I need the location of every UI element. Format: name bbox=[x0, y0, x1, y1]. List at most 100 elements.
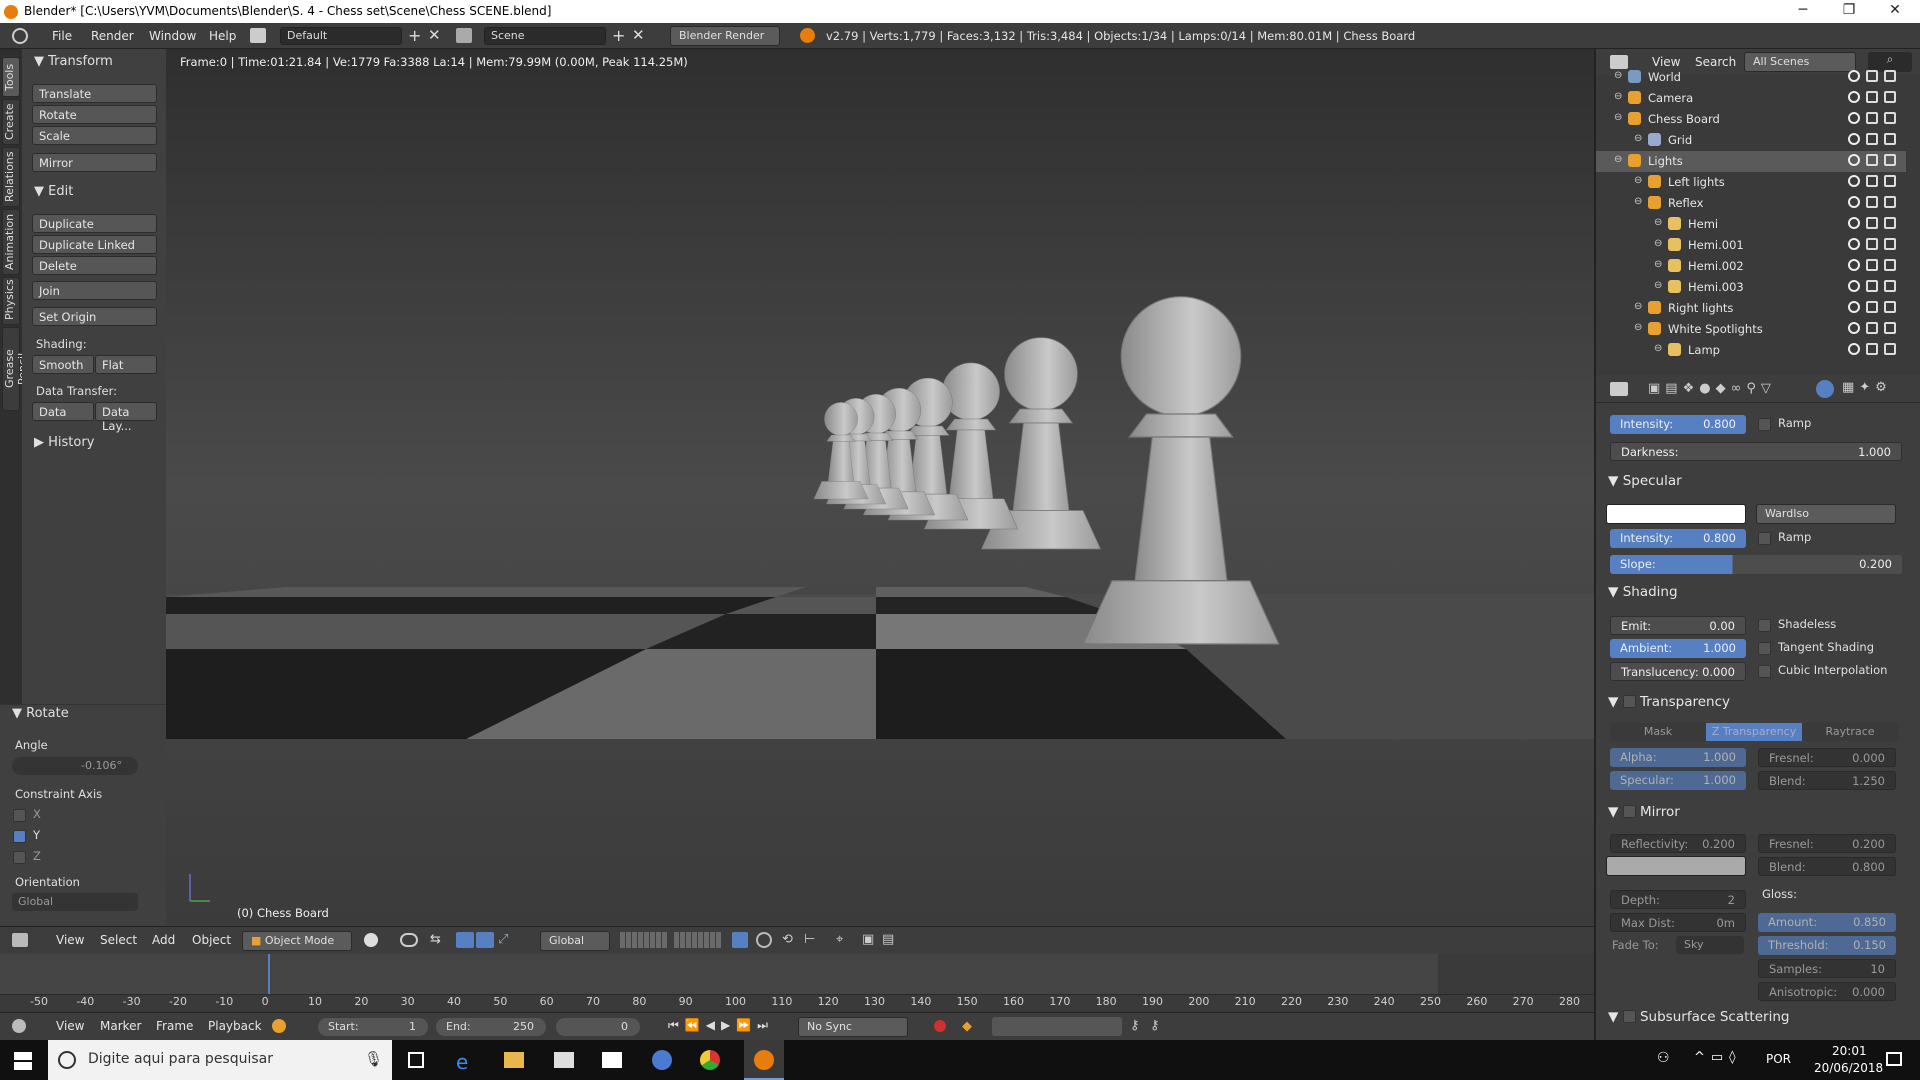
outliner-row[interactable]: ⊖ Grid bbox=[1596, 130, 1906, 151]
close-icon[interactable]: ✕ bbox=[1875, 2, 1915, 18]
outliner-row[interactable]: ⊖ Hemi.003 bbox=[1596, 277, 1906, 298]
keyframe-icon[interactable]: ◆ bbox=[962, 1019, 972, 1034]
slope-field[interactable]: Slope: 0.200 bbox=[1610, 555, 1902, 574]
alpha-field[interactable]: Alpha: 1.000 bbox=[1610, 748, 1746, 767]
axis-z-checkbox[interactable] bbox=[13, 851, 26, 864]
expand-toggle-icon[interactable]: ⊖ bbox=[1654, 343, 1667, 356]
menu-select[interactable]: Select bbox=[100, 933, 137, 947]
menu-help[interactable]: Help bbox=[209, 29, 236, 43]
outliner-row[interactable]: ⊖ Hemi bbox=[1596, 214, 1906, 235]
current-frame-marker[interactable] bbox=[268, 954, 270, 994]
expand-toggle-icon[interactable]: ⊖ bbox=[1614, 112, 1627, 125]
outliner-row[interactable]: ⊖ Left lights bbox=[1596, 172, 1906, 193]
join-button[interactable]: Join bbox=[32, 281, 157, 300]
render-icon[interactable] bbox=[1884, 91, 1896, 103]
microphone-icon[interactable]: 🎙 bbox=[364, 1050, 383, 1068]
eye-icon[interactable] bbox=[1848, 280, 1860, 292]
keying-set-field[interactable] bbox=[992, 1017, 1122, 1036]
transform-orientation-dropdown[interactable]: Global bbox=[540, 931, 610, 951]
remove-layout-icon[interactable]: ✕ bbox=[428, 26, 441, 44]
add-scene-icon[interactable]: + bbox=[612, 26, 625, 45]
cursor-icon[interactable] bbox=[1866, 133, 1878, 145]
eye-icon[interactable] bbox=[1848, 196, 1860, 208]
reflectivity-field[interactable]: Reflectivity: 0.200 bbox=[1610, 834, 1746, 853]
cursor-icon[interactable] bbox=[1866, 70, 1878, 82]
history-panel-header[interactable]: ▶ History bbox=[34, 435, 94, 450]
properties-editor-icon[interactable] bbox=[1610, 382, 1628, 396]
timeline-menu-marker[interactable]: Marker bbox=[100, 1019, 141, 1033]
expand-toggle-icon[interactable]: ⊖ bbox=[1634, 175, 1647, 188]
expand-toggle-icon[interactable]: ⊖ bbox=[1614, 154, 1627, 167]
specular-ramp-checkbox[interactable] bbox=[1758, 532, 1771, 545]
snap-target-icon[interactable]: ⌖ bbox=[836, 932, 843, 947]
render-icon[interactable] bbox=[1884, 154, 1896, 166]
scale-manipulator-icon[interactable]: ⤢ bbox=[498, 932, 516, 948]
rotate-operator-header[interactable]: ▼ Rotate bbox=[12, 706, 69, 721]
expand-toggle-icon[interactable]: ⊖ bbox=[1634, 133, 1647, 146]
outliner-row[interactable]: ⊖ Right lights bbox=[1596, 298, 1906, 319]
opengl-render-icon[interactable]: ▣ bbox=[862, 932, 874, 947]
specular-shader-dropdown[interactable]: WardIso bbox=[1756, 504, 1896, 524]
cursor-icon[interactable] bbox=[1866, 280, 1878, 292]
specular-section-header[interactable]: ▼ Specular bbox=[1608, 473, 1682, 489]
mask-button[interactable]: Mask bbox=[1610, 723, 1706, 741]
render-icon[interactable] bbox=[1884, 322, 1896, 334]
menu-object[interactable]: Object bbox=[192, 933, 231, 947]
render-icon[interactable] bbox=[1884, 196, 1896, 208]
translate-manipulator-icon[interactable] bbox=[456, 932, 474, 948]
translucency-field[interactable]: Translucency: 0.000 bbox=[1610, 662, 1746, 681]
taskbar-search-box[interactable]: Digite aqui para pesquisar 🎙 bbox=[48, 1040, 392, 1080]
eye-icon[interactable] bbox=[1848, 322, 1860, 334]
properties-tab-icons[interactable]: ▣▤❖●◆∞⚲▽ bbox=[1648, 381, 1776, 396]
add-layout-icon[interactable]: + bbox=[408, 26, 421, 45]
transform-panel-header[interactable]: ▼ Transform bbox=[34, 54, 113, 69]
tab-physics[interactable]: Physics bbox=[2, 277, 20, 325]
material-tab-icon[interactable] bbox=[1816, 380, 1834, 398]
eye-icon[interactable] bbox=[1848, 70, 1860, 82]
gloss-threshold-field[interactable]: Threshold: 0.150 bbox=[1758, 936, 1896, 955]
render-icon[interactable] bbox=[1884, 343, 1896, 355]
render-icon[interactable] bbox=[1884, 217, 1896, 229]
menu-file[interactable]: File bbox=[52, 29, 72, 43]
menu-add[interactable]: Add bbox=[152, 933, 175, 947]
qbittorrent-icon[interactable] bbox=[652, 1050, 672, 1070]
cursor-icon[interactable] bbox=[1866, 322, 1878, 334]
timeline-editor-icon[interactable] bbox=[12, 1019, 26, 1033]
emit-field[interactable]: Emit: 0.00 bbox=[1610, 616, 1746, 635]
eye-icon[interactable] bbox=[1848, 133, 1860, 145]
cursor-icon[interactable] bbox=[1866, 343, 1878, 355]
tab-relations[interactable]: Relations bbox=[2, 147, 20, 207]
maximize-icon[interactable]: ❐ bbox=[1829, 2, 1869, 18]
cursor-icon[interactable] bbox=[1866, 154, 1878, 166]
cursor-icon[interactable] bbox=[1866, 217, 1878, 229]
eye-icon[interactable] bbox=[1848, 217, 1860, 229]
system-tray-icons[interactable]: ^▭◊ bbox=[1694, 1050, 1742, 1065]
current-frame-field[interactable]: 0 bbox=[556, 1018, 640, 1036]
depth-field[interactable]: Depth: 2 bbox=[1610, 890, 1746, 909]
notifications-icon[interactable] bbox=[1886, 1052, 1902, 1066]
expand-toggle-icon[interactable]: ⊖ bbox=[1654, 280, 1667, 293]
editor-type-icon[interactable] bbox=[12, 933, 28, 947]
layer-buttons-a[interactable] bbox=[620, 932, 668, 948]
translate-button[interactable]: Translate bbox=[32, 84, 157, 103]
clock-date[interactable]: 20/06/2018 bbox=[1814, 1061, 1883, 1075]
outliner-row[interactable]: ⊖ Chess Board bbox=[1596, 109, 1906, 130]
preview-range-icon[interactable] bbox=[272, 1019, 286, 1033]
axis-y-checkbox[interactable] bbox=[13, 830, 26, 843]
eye-icon[interactable] bbox=[1848, 154, 1860, 166]
expand-toggle-icon[interactable]: ⊖ bbox=[1654, 238, 1667, 251]
cursor-icon[interactable] bbox=[1866, 175, 1878, 187]
mirror-button[interactable]: Mirror bbox=[32, 153, 157, 172]
orientation-dropdown[interactable]: Global bbox=[12, 893, 138, 911]
timeline-menu-frame[interactable]: Frame bbox=[156, 1019, 193, 1033]
render-icon[interactable] bbox=[1884, 301, 1896, 313]
layout-icon[interactable] bbox=[250, 28, 266, 43]
info-editor-icon[interactable] bbox=[12, 28, 28, 44]
tab-tools[interactable]: Tools bbox=[2, 57, 20, 97]
eye-icon[interactable] bbox=[1848, 238, 1860, 250]
cursor-icon[interactable] bbox=[1866, 196, 1878, 208]
render-icon[interactable] bbox=[1884, 112, 1896, 124]
language-indicator[interactable]: POR bbox=[1766, 1052, 1791, 1066]
cursor-icon[interactable] bbox=[1866, 238, 1878, 250]
angle-field[interactable]: -0.106° bbox=[12, 757, 138, 775]
